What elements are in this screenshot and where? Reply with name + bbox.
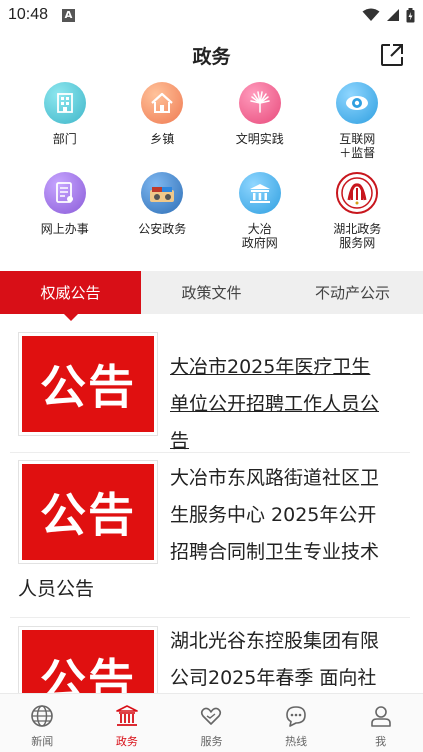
page-title: 政务 (192, 46, 231, 68)
title-line: 单位公开招聘工作人员公 (170, 393, 380, 415)
title-line: 告 (170, 430, 190, 452)
grid-item-police[interactable]: 公安政务 (114, 172, 212, 262)
wifi-icon (362, 8, 380, 21)
nav-item-news[interactable]: 新闻 (0, 694, 85, 752)
header: 政务 (0, 30, 423, 78)
government-building-icon (116, 705, 138, 726)
nav-item-hotline[interactable]: 热线 (254, 694, 339, 752)
nav-label: 热线 (285, 735, 308, 748)
divider (10, 617, 410, 618)
grid-label: 互联网 ＋监督 (339, 132, 376, 160)
chat-icon (286, 706, 306, 727)
list-item[interactable]: 公告 大冶市东风路街道社区卫 生服务中心 2025年公开 招聘合同制卫生专业技术… (18, 460, 410, 610)
signal-icon (387, 9, 399, 21)
grid-label: 乡镇 (150, 132, 175, 146)
thumbnail-text: 公告 (22, 464, 154, 560)
news-thumbnail: 公告 (18, 626, 158, 693)
notification-icon: A (62, 8, 76, 22)
document-icon (43, 172, 86, 214)
divider (10, 452, 410, 453)
grid-label: 文明实践 (235, 132, 284, 146)
tab-real-estate-notices[interactable]: 不动产公示 (282, 271, 423, 314)
nav-label: 我 (375, 735, 387, 748)
grid-item-township[interactable]: 乡镇 (114, 82, 212, 172)
user-icon (370, 706, 391, 727)
status-icons (362, 7, 415, 23)
nav-label: 政务 (115, 735, 138, 748)
grid-item-hubei-gov-service[interactable]: 湖北政务 服务网 (309, 172, 407, 262)
heart-hand-icon (201, 707, 222, 725)
nav-label: 新闻 (31, 735, 54, 748)
grid-item-civilization[interactable]: 文明实践 (211, 82, 309, 172)
news-title: 公司2025年春季 面向社 (170, 667, 377, 689)
bottom-nav: 新闻 政务 服务 热线 我 (0, 693, 423, 752)
tab-official-announcements[interactable]: 权威公告 (0, 271, 141, 321)
grid-item-internet-supervision[interactable]: 互联网 ＋监督 (309, 82, 407, 172)
battery-icon (406, 7, 415, 22)
list-item[interactable]: 公告 大冶市2025年医疗卫生 单位公开招聘工作人员公 告 (18, 332, 410, 452)
app-screen: 10:48 A 政务 部门 乡镇 文明实践 互联网 ＋监督 网上办事 公安政务 … (0, 0, 423, 752)
news-title: 招聘合同制卫生专业技术 (170, 541, 380, 563)
home-icon (141, 82, 184, 124)
grid-item-daye-gov[interactable]: 大冶 政府网 (211, 172, 309, 262)
news-title: 人员公告 (18, 578, 95, 600)
news-title: 单位公开招聘工作人员公 (170, 386, 410, 423)
grid-item-department[interactable]: 部门 (16, 82, 114, 172)
news-title: 湖北光谷东控股集团有限 (170, 630, 380, 652)
thumbnail-text: 公告 (22, 630, 154, 693)
eye-icon (336, 82, 379, 124)
nav-item-government[interactable]: 政务 (85, 694, 170, 752)
hubei-emblem-icon (336, 172, 379, 214)
grid-label: 网上办事 (40, 222, 89, 236)
news-title: 告 (170, 423, 410, 460)
news-thumbnail: 公告 (18, 332, 158, 436)
title-line: 大冶市2025年医疗卫生 (170, 356, 371, 378)
tab-policy-documents[interactable]: 政策文件 (141, 271, 282, 314)
news-title: 生服务中心 2025年公开 (170, 504, 377, 526)
status-time: 10:48 (8, 6, 49, 23)
news-list: 公告 大冶市2025年医疗卫生 单位公开招聘工作人员公 告 公告 大冶市东风路街… (0, 315, 423, 693)
globe-icon (31, 705, 54, 727)
thumbnail-text: 公告 (22, 336, 154, 432)
grid-label: 部门 (52, 132, 77, 146)
status-bar: 10:48 A (0, 0, 423, 30)
firework-icon (238, 82, 281, 124)
government-icon (238, 172, 281, 214)
grid-item-online-services[interactable]: 网上办事 (16, 172, 114, 262)
nav-item-services[interactable]: 服务 (169, 694, 254, 752)
news-title: 大冶市2025年医疗卫生 (170, 349, 410, 386)
grid-label: 湖北政务 服务网 (333, 222, 382, 250)
building-icon (43, 82, 86, 124)
list-item[interactable]: 公告 湖北光谷东控股集团有限 公司2025年春季 面向社 (18, 626, 410, 693)
grid-label: 公安政务 (138, 222, 187, 236)
grid-label: 大冶 政府网 (241, 222, 278, 250)
news-thumbnail: 公告 (18, 460, 158, 564)
nav-label: 服务 (200, 735, 223, 748)
service-grid: 部门 乡镇 文明实践 互联网 ＋监督 网上办事 公安政务 大冶 政府网 湖北政务… (16, 82, 406, 262)
category-tabs: 权威公告 政策文件 不动产公示 (0, 271, 423, 321)
news-title: 大冶市东风路街道社区卫 (170, 467, 380, 489)
police-icon (141, 172, 184, 214)
share-icon[interactable] (379, 42, 405, 68)
nav-item-me[interactable]: 我 (338, 694, 423, 752)
